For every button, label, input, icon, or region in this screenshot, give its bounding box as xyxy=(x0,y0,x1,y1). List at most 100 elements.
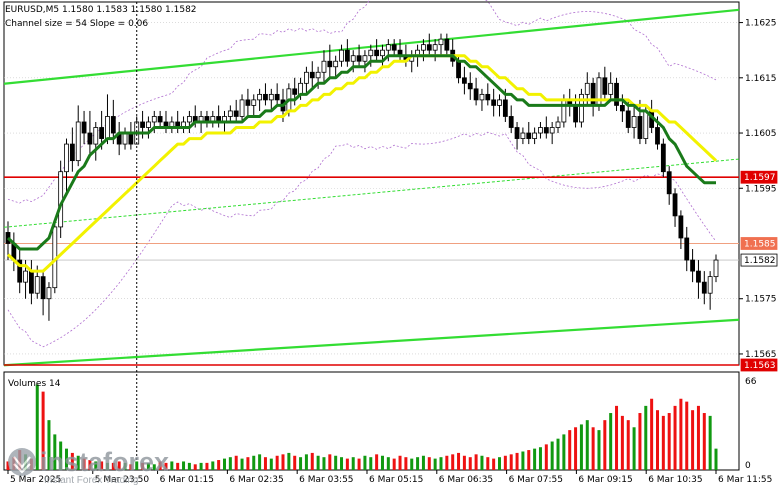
y-tick-label: 1.1605 xyxy=(745,129,777,139)
candle-down xyxy=(701,281,707,294)
candle-up xyxy=(561,99,567,123)
candle-down xyxy=(40,276,46,300)
candle-down xyxy=(292,88,298,95)
candle-down xyxy=(696,270,701,283)
candle-down xyxy=(660,143,666,173)
candle-up xyxy=(497,99,502,106)
y-tick-label: 1.1625 xyxy=(745,19,777,29)
candle-down xyxy=(666,171,672,195)
candle-down xyxy=(81,121,87,134)
candle-up xyxy=(93,127,99,145)
candle-down xyxy=(625,110,631,128)
price-chart: 1.16251.16151.16051.15951.15751.15651.15… xyxy=(0,0,781,489)
candle-down xyxy=(444,38,450,51)
candle-up xyxy=(631,116,637,128)
candle-down xyxy=(690,259,695,272)
indicator-info: Channel size = 54 Slope = 0.06 xyxy=(5,19,148,29)
candle-down xyxy=(684,237,690,261)
watermark-tagline: Instant Forex Trading xyxy=(44,475,139,486)
candle-up xyxy=(23,270,28,283)
candle-down xyxy=(327,60,333,68)
x-tick-label: 6 Mar 09:15 xyxy=(578,475,632,485)
candle-up xyxy=(643,110,649,139)
candle-down xyxy=(461,77,467,84)
x-tick-label: 6 Mar 05:15 xyxy=(369,475,423,485)
candle-down xyxy=(233,110,239,117)
candle-down xyxy=(602,77,608,95)
candle-down xyxy=(655,127,660,145)
candle-up xyxy=(555,121,561,128)
candle-up xyxy=(321,60,327,73)
candle-down xyxy=(619,105,625,112)
x-tick-label: 6 Mar 11:55 xyxy=(718,475,772,485)
candle-up xyxy=(151,116,157,123)
candle-down xyxy=(245,99,251,106)
candle-up xyxy=(380,49,385,57)
x-tick-label: 6 Mar 10:35 xyxy=(648,475,702,485)
candle-up xyxy=(186,116,192,123)
candle-down xyxy=(678,215,684,239)
candle-down xyxy=(573,105,578,123)
candle-up xyxy=(368,49,374,57)
candle-down xyxy=(502,99,508,117)
candle-up xyxy=(251,99,257,106)
candle-up xyxy=(34,276,40,294)
candle-down xyxy=(467,82,473,90)
level-tag-label: 1.1563 xyxy=(744,361,776,371)
candle-up xyxy=(257,93,263,101)
candle-down xyxy=(157,116,163,123)
candle-down xyxy=(274,93,280,101)
candle-down xyxy=(99,127,105,139)
candle-down xyxy=(110,116,116,134)
candle-down xyxy=(87,132,93,145)
candle-down xyxy=(508,116,514,128)
volume-tick-label: 66 xyxy=(745,377,757,387)
candle-up xyxy=(298,82,303,95)
watermark-brand: instaforex xyxy=(40,447,169,477)
candle-down xyxy=(263,93,268,101)
candle-down xyxy=(614,82,619,106)
candle-up xyxy=(46,287,52,300)
candle-down xyxy=(543,127,549,134)
candle-down xyxy=(526,132,532,139)
candle-up xyxy=(608,82,614,95)
candle-down xyxy=(426,44,432,51)
candle-up xyxy=(122,132,128,145)
candle-up xyxy=(315,71,321,79)
candle-up xyxy=(64,143,69,173)
candle-up xyxy=(362,55,368,62)
candle-down xyxy=(140,121,145,128)
candle-up xyxy=(146,121,151,128)
candle-up xyxy=(584,82,590,95)
chart-window: 1.1625 1.1615 1.1605 1.1595 1.1575 1.1565 1.15… xyxy=(0,0,781,489)
candle-down xyxy=(485,93,491,101)
candle-up xyxy=(532,132,538,139)
candle-up xyxy=(75,121,81,162)
volume-panel-label: Volumes 14 xyxy=(8,379,61,389)
x-tick-label: 6 Mar 07:55 xyxy=(509,475,563,485)
candle-down xyxy=(672,193,678,217)
candle-up xyxy=(432,44,438,51)
candle-up xyxy=(304,71,309,84)
x-tick-label: 6 Mar 02:35 xyxy=(229,475,283,485)
y-tick-label: 1.1565 xyxy=(745,350,777,360)
candle-down xyxy=(473,88,479,101)
candle-up xyxy=(707,276,713,294)
candle-up xyxy=(385,44,391,51)
candle-up xyxy=(227,110,233,117)
candle-up xyxy=(239,99,245,117)
volume-tick-label: 0 xyxy=(745,461,751,471)
candle-down xyxy=(637,116,643,139)
candle-down xyxy=(590,82,596,106)
candle-down xyxy=(356,55,362,62)
candle-up xyxy=(268,93,274,101)
candle-down xyxy=(128,132,134,145)
candle-down xyxy=(344,49,350,62)
y-tick-label: 1.1615 xyxy=(745,74,777,84)
candle-up xyxy=(105,116,110,139)
x-tick-label: 6 Mar 03:55 xyxy=(299,475,353,485)
candle-down xyxy=(456,60,461,79)
candle-up xyxy=(479,93,485,101)
candle-down xyxy=(374,49,380,57)
x-tick-label: 6 Mar 06:35 xyxy=(439,475,493,485)
